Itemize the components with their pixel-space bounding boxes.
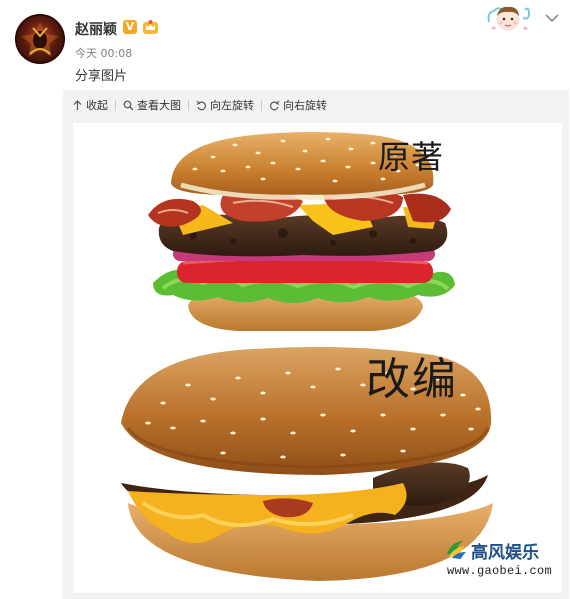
collapse-button[interactable]: 收起 [72,97,108,113]
sticker-avatar-icon[interactable] [485,2,531,36]
label-adaptation: 改编 [366,354,458,405]
rotate-right-icon [269,100,280,110]
crown-badge-icon[interactable] [142,19,159,35]
image-toolbar: 收起 查看大图 向左旋转 向右旋转 [72,96,327,114]
watermark: 高风娱乐 www.gaobei.com [445,536,557,582]
view-large-label: 查看大图 [137,99,181,112]
watermark-logo-icon [447,541,466,559]
username[interactable]: 赵丽颖 [75,19,117,39]
post-header: 赵丽颖 V 今天 00:08 分享图片 [0,0,570,90]
post-image[interactable]: 原著 改编 [73,123,562,593]
avatar[interactable] [15,14,65,64]
burger-comparison-picture [121,132,493,581]
rotate-left-icon [196,100,207,110]
zoom-search-icon [123,100,134,110]
view-large-button[interactable]: 查看大图 [123,97,181,113]
verified-v-icon: V [123,20,137,34]
rotate-right-label: 向右旋转 [283,99,327,112]
watermark-url: www.gaobei.com [447,564,553,578]
rotate-left-label: 向左旋转 [210,99,254,112]
collapse-label: 收起 [86,99,108,112]
rotate-left-button[interactable]: 向左旋转 [196,97,254,113]
toolbar-divider [115,99,116,111]
chevron-down-icon[interactable] [545,13,559,23]
post-text: 分享图片 [75,69,128,84]
collapse-up-icon [73,99,82,110]
watermark-name: 高风娱乐 [471,543,539,563]
post-time[interactable]: 今天 00:08 [75,45,132,61]
rotate-right-button[interactable]: 向右旋转 [269,97,327,113]
toolbar-divider [188,99,189,111]
label-original: 原著 [378,138,445,176]
toolbar-divider [261,99,262,111]
